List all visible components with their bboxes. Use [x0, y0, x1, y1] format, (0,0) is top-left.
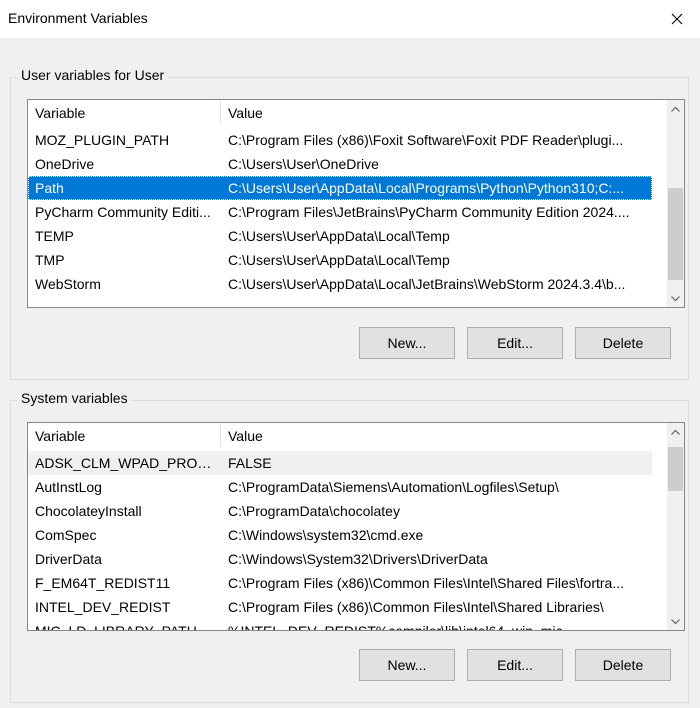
table-row-selected[interactable]: Path C:\Users\User\AppData\Local\Program… — [28, 176, 652, 200]
system-variables-label: System variables — [17, 390, 132, 406]
table-row[interactable]: F_EM64T_REDIST11 C:\Program Files (x86)\… — [28, 571, 652, 595]
table-row[interactable]: TEMP C:\Users\User\AppData\Local\Temp — [28, 224, 652, 248]
variable-value: C:\Program Files (x86)\Foxit Software\Fo… — [228, 132, 624, 148]
system-new-button[interactable]: New... — [359, 649, 455, 681]
table-row[interactable]: ComSpec C:\Windows\system32\cmd.exe — [28, 523, 652, 547]
scroll-up-button[interactable] — [667, 100, 684, 117]
variable-value: C:\ProgramData\Siemens\Automation\Logfil… — [228, 479, 559, 495]
variable-name: WebStorm — [35, 276, 101, 292]
variable-value: C:\Windows\System32\Drivers\DriverData — [228, 551, 488, 567]
system-edit-button[interactable]: Edit... — [467, 649, 563, 681]
variable-value: %INTEL_DEV_REDIST%compiler\lib\intel64_w… — [228, 623, 563, 631]
title-bar: Environment Variables — [0, 0, 700, 38]
list-header: Variable Value — [28, 423, 652, 447]
variable-value: C:\Program Files (x86)\Common Files\Inte… — [228, 575, 625, 591]
variable-name: Path — [35, 180, 64, 196]
table-row[interactable]: DriverData C:\Windows\System32\Drivers\D… — [28, 547, 652, 571]
variable-value: C:\Users\User\AppData\Local\JetBrains\We… — [228, 276, 626, 292]
variable-value: C:\ProgramData\chocolatey — [228, 503, 400, 519]
variable-value: C:\Users\User\AppData\Local\Temp — [228, 252, 450, 268]
user-variables-label: User variables for User — [17, 67, 169, 83]
variable-name: ChocolateyInstall — [35, 503, 142, 519]
user-variables-list[interactable]: Variable Value MOZ_PLUGIN_PATH C:\Progra… — [27, 99, 685, 308]
variable-value: FALSE — [228, 455, 272, 471]
table-row[interactable]: PyCharm Community Editi... C:\Program Fi… — [28, 200, 652, 224]
variable-name: AutInstLog — [35, 479, 102, 495]
scroll-thumb[interactable] — [668, 447, 683, 491]
variable-name: TMP — [35, 252, 65, 268]
variable-name: TEMP — [35, 228, 74, 244]
variable-name: MOZ_PLUGIN_PATH — [35, 132, 170, 148]
scroll-down-button[interactable] — [667, 290, 684, 307]
variable-value: C:\Program Files (x86)\Common Files\Inte… — [228, 599, 604, 615]
table-row[interactable]: ADSK_CLM_WPAD_PROXY... FALSE — [28, 451, 652, 475]
user-new-button[interactable]: New... — [359, 327, 455, 359]
table-row[interactable]: TMP C:\Users\User\AppData\Local\Temp — [28, 248, 652, 272]
variable-name: ComSpec — [35, 527, 97, 543]
scroll-up-button[interactable] — [667, 423, 684, 440]
variable-name: MIC_LD_LIBRARY_PATH — [35, 623, 197, 631]
variable-name: DriverData — [35, 551, 102, 567]
table-row[interactable]: MIC_LD_LIBRARY_PATH %INTEL_DEV_REDIST%co… — [28, 619, 652, 631]
table-row[interactable]: WebStorm C:\Users\User\AppData\Local\Jet… — [28, 272, 652, 296]
variable-value: C:\Windows\system32\cmd.exe — [228, 527, 424, 543]
table-row[interactable]: ChocolateyInstall C:\ProgramData\chocola… — [28, 499, 652, 523]
list-header: Variable Value — [28, 100, 652, 124]
chevron-up-icon — [671, 429, 680, 435]
chevron-down-icon — [671, 295, 680, 301]
table-row[interactable]: INTEL_DEV_REDIST C:\Program Files (x86)\… — [28, 595, 652, 619]
user-variables-group: User variables for User Variable Value M… — [10, 67, 689, 380]
variable-name: OneDrive — [35, 156, 95, 172]
system-variables-list[interactable]: Variable Value ADSK_CLM_WPAD_PROXY... FA… — [27, 422, 685, 631]
user-delete-button[interactable]: Delete — [575, 327, 671, 359]
column-header-value[interactable]: Value — [222, 100, 652, 124]
variable-name: F_EM64T_REDIST11 — [35, 575, 171, 591]
variable-name: INTEL_DEV_REDIST — [35, 599, 171, 615]
system-delete-button[interactable]: Delete — [575, 649, 671, 681]
column-header-variable[interactable]: Variable — [28, 100, 221, 124]
window-title: Environment Variables — [8, 10, 148, 26]
variable-value: C:\Users\User\AppData\Local\Temp — [228, 228, 450, 244]
close-icon — [671, 13, 683, 25]
column-header-variable[interactable]: Variable — [28, 423, 221, 447]
column-header-value[interactable]: Value — [222, 423, 652, 447]
chevron-down-icon — [671, 618, 680, 624]
variable-value: C:\Program Files\JetBrains\PyCharm Commu… — [228, 204, 630, 220]
scroll-thumb[interactable] — [668, 188, 683, 280]
scroll-down-button[interactable] — [667, 613, 684, 630]
variable-value: C:\Users\User\AppData\Local\Programs\Pyt… — [228, 180, 625, 196]
variable-value: C:\Users\User\OneDrive — [228, 156, 379, 172]
system-variables-group: System variables Variable Value ADSK_CLM… — [10, 390, 689, 703]
chevron-up-icon — [671, 106, 680, 112]
table-row[interactable]: MOZ_PLUGIN_PATH C:\Program Files (x86)\F… — [28, 128, 652, 152]
variable-name: ADSK_CLM_WPAD_PROXY... — [35, 455, 220, 471]
table-row[interactable]: AutInstLog C:\ProgramData\Siemens\Automa… — [28, 475, 652, 499]
table-row[interactable]: OneDrive C:\Users\User\OneDrive — [28, 152, 652, 176]
vertical-scrollbar[interactable] — [667, 100, 684, 307]
vertical-scrollbar[interactable] — [667, 423, 684, 630]
close-button[interactable] — [654, 0, 700, 38]
user-edit-button[interactable]: Edit... — [467, 327, 563, 359]
variable-name: PyCharm Community Editi... — [35, 204, 211, 220]
